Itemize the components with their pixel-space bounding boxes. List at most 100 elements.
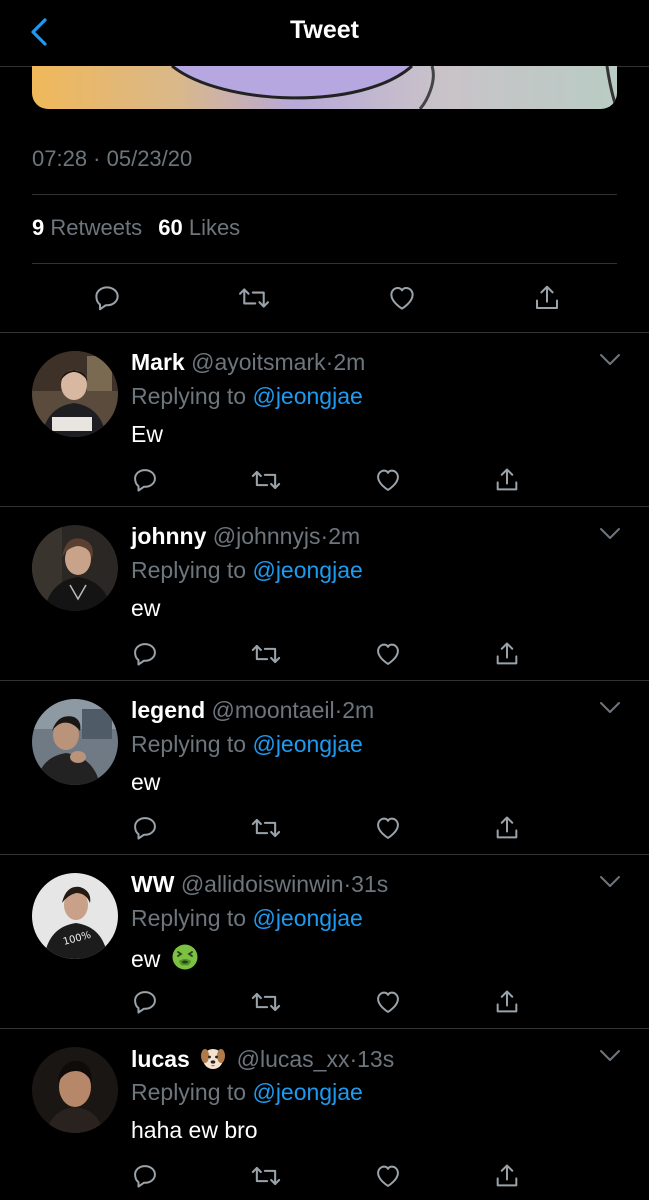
like-button[interactable]	[374, 640, 402, 668]
share-button[interactable]	[493, 1162, 521, 1190]
reply-button[interactable]	[131, 640, 159, 668]
reply-actions	[131, 465, 521, 495]
like-button[interactable]	[374, 988, 402, 1016]
heart-icon	[376, 817, 399, 839]
retweet-icon	[252, 818, 281, 838]
mention-link[interactable]: @jeongjae	[252, 557, 362, 583]
share-icon	[496, 468, 518, 491]
chevron-down-icon[interactable]	[599, 353, 621, 367]
avatar[interactable]	[32, 1047, 118, 1133]
share-button[interactable]	[532, 283, 562, 313]
like-button[interactable]	[374, 814, 402, 842]
likes-stat[interactable]: 60 Likes	[158, 215, 240, 240]
avatar[interactable]	[32, 351, 118, 437]
mention-link[interactable]: @jeongjae	[252, 383, 362, 409]
share-icon	[535, 285, 558, 309]
reply-actions	[131, 1161, 521, 1191]
retweet-button[interactable]	[250, 1162, 282, 1190]
replying-to: Replying to @jeongjae	[131, 383, 363, 410]
divider	[32, 194, 617, 195]
reply-time: 31s	[351, 871, 389, 897]
reply-time: 2m	[333, 349, 366, 375]
mention-link[interactable]: @jeongjae	[252, 1079, 362, 1105]
share-icon	[496, 642, 518, 665]
chevron-down-icon[interactable]	[599, 701, 621, 715]
retweet-button[interactable]	[237, 283, 271, 313]
mention-link[interactable]: @jeongjae	[252, 731, 362, 757]
retweet-icon	[252, 1166, 281, 1186]
share-button[interactable]	[493, 988, 521, 1016]
reply-tweet[interactable]: legend @moontaeil·2m Replying to @jeongj…	[0, 680, 649, 855]
likes-label: Likes	[188, 215, 241, 240]
replying-label: Replying to	[131, 557, 247, 583]
dog-face-emoji	[201, 1049, 226, 1069]
avatar-photo	[32, 1047, 118, 1133]
divider	[32, 263, 617, 264]
user-handle[interactable]: @johnnyjs	[213, 523, 321, 549]
like-button[interactable]	[387, 283, 417, 313]
retweet-button[interactable]	[250, 466, 282, 494]
reply-text: haha ew bro	[131, 1117, 258, 1143]
chevron-down-icon[interactable]	[599, 875, 621, 889]
comment-icon	[134, 817, 156, 840]
reply-button[interactable]	[131, 1162, 159, 1190]
display-name[interactable]: johnny	[131, 523, 206, 549]
replying-to: Replying to @jeongjae	[131, 905, 363, 932]
retweet-button[interactable]	[250, 988, 282, 1016]
nauseated-face-emoji	[172, 944, 198, 970]
likes-count: 60	[158, 215, 183, 240]
reply-actions	[131, 639, 521, 669]
media-artwork	[171, 66, 617, 109]
display-name[interactable]: lucas	[131, 1046, 190, 1072]
heart-icon	[376, 469, 399, 491]
retweets-stat[interactable]: 9 Retweets	[32, 215, 142, 240]
avatar[interactable]	[32, 699, 118, 785]
display-name[interactable]: legend	[131, 697, 205, 723]
like-button[interactable]	[374, 1162, 402, 1190]
share-button[interactable]	[493, 466, 521, 494]
retweet-button[interactable]	[250, 814, 282, 842]
user-handle[interactable]: @ayoitsmark	[191, 349, 326, 375]
avatar[interactable]	[32, 525, 118, 611]
reply-text: ew	[131, 943, 203, 973]
avatar[interactable]: 100%	[32, 873, 118, 959]
replying-label: Replying to	[131, 383, 247, 409]
reply-button[interactable]	[131, 814, 159, 842]
reply-tweet[interactable]: 100% WW @allidoiswinwin·31s Replying to …	[0, 854, 649, 1029]
reply-tweet[interactable]: johnny @johnnyjs·2m Replying to @jeongja…	[0, 506, 649, 681]
reply-tweet[interactable]: Mark @ayoitsmark·2m Replying to @jeongja…	[0, 332, 649, 507]
heart-icon	[390, 287, 414, 310]
reply-time: 2m	[328, 523, 361, 549]
tweet-media-image[interactable]	[32, 66, 617, 109]
retweet-button[interactable]	[250, 640, 282, 668]
display-name[interactable]: Mark	[131, 349, 185, 375]
share-button[interactable]	[493, 640, 521, 668]
share-icon	[496, 1164, 518, 1187]
reply-header: WW @allidoiswinwin·31s	[131, 871, 388, 898]
replying-label: Replying to	[131, 731, 247, 757]
comment-icon	[95, 286, 119, 311]
chevron-down-icon[interactable]	[599, 1049, 621, 1063]
comment-icon	[134, 643, 156, 666]
user-handle[interactable]: @allidoiswinwin	[181, 871, 344, 897]
tweet-timestamp: 07:28 · 05/23/20	[32, 146, 193, 171]
mention-link[interactable]: @jeongjae	[252, 905, 362, 931]
share-button[interactable]	[493, 814, 521, 842]
retweet-icon	[239, 288, 270, 308]
user-handle[interactable]: @moontaeil	[212, 697, 335, 723]
chevron-down-icon[interactable]	[599, 527, 621, 541]
like-button[interactable]	[374, 466, 402, 494]
user-handle[interactable]: @lucas_xx	[237, 1046, 350, 1072]
retweet-icon	[252, 644, 281, 664]
reply-tweet[interactable]: lucas @lucas_xx·13s Replying to @jeongja…	[0, 1028, 649, 1200]
reply-button[interactable]	[131, 988, 159, 1016]
tweet-actions	[92, 282, 562, 314]
dot-separator: ·	[349, 1046, 358, 1072]
avatar-photo: 100%	[32, 873, 118, 959]
reply-actions	[131, 813, 521, 843]
reply-button[interactable]	[92, 283, 122, 313]
display-name[interactable]: WW	[131, 871, 174, 897]
reply-text: ew	[131, 595, 161, 621]
reply-time: 2m	[342, 697, 375, 723]
reply-button[interactable]	[131, 466, 159, 494]
